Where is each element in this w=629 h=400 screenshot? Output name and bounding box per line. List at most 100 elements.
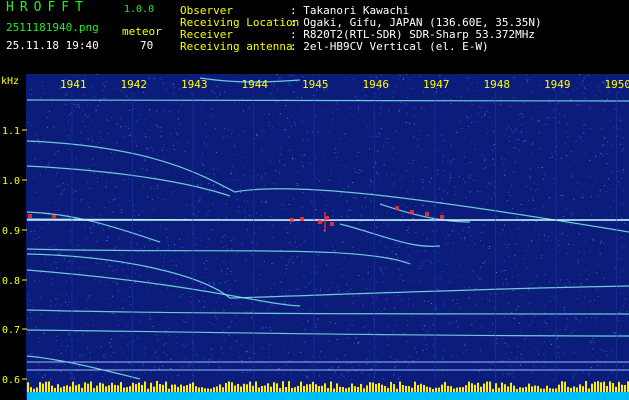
noise-speck: [68, 260, 70, 262]
noise-speck: [81, 354, 83, 356]
noise-speck: [322, 339, 324, 341]
noise-speck: [442, 270, 444, 272]
noise-speck: [343, 188, 345, 190]
noise-speck: [82, 121, 84, 123]
noise-speck: [350, 362, 352, 364]
noise-speck: [408, 298, 409, 300]
noise-speck: [513, 147, 515, 149]
noise-speck: [531, 311, 533, 313]
noise-speck: [127, 344, 129, 345]
noise-speck: [506, 283, 508, 285]
noise-speck: [577, 298, 579, 299]
noise-speck: [51, 247, 53, 249]
noise-speck: [310, 272, 312, 274]
noise-speck: [599, 242, 601, 244]
noise-speck: [567, 234, 569, 236]
noise-speck: [418, 196, 420, 197]
noise-speck: [301, 255, 303, 257]
noise-speck: [292, 75, 294, 77]
noise-speck: [70, 129, 71, 131]
amplitude-bar: [117, 385, 119, 392]
noise-speck: [120, 212, 122, 214]
amplitude-bar: [153, 386, 155, 392]
noise-speck: [523, 339, 525, 341]
amplitude-bar: [603, 381, 605, 392]
noise-speck: [157, 197, 159, 199]
noise-speck: [513, 105, 515, 107]
noise-speck: [98, 239, 100, 241]
noise-speck: [154, 176, 156, 178]
noise-speck: [379, 97, 381, 99]
noise-speck: [200, 107, 202, 109]
noise-speck: [553, 296, 555, 298]
noise-speck: [302, 324, 304, 326]
noise-speck: [468, 227, 470, 228]
noise-speck: [144, 372, 146, 373]
noise-speck: [489, 368, 491, 370]
noise-speck: [362, 304, 364, 306]
noise-speck: [261, 201, 263, 203]
noise-speck: [111, 266, 113, 268]
noise-speck: [119, 254, 121, 256]
noise-speck: [73, 189, 75, 190]
noise-speck: [186, 344, 188, 346]
amplitude-bar: [90, 381, 92, 392]
noise-speck: [307, 319, 309, 321]
noise-speck: [147, 196, 149, 198]
noise-speck: [295, 288, 297, 290]
noise-speck: [89, 295, 91, 297]
amplitude-bar: [534, 385, 536, 392]
noise-speck: [270, 93, 272, 95]
noise-speck: [227, 135, 229, 137]
noise-speck: [401, 299, 403, 301]
noise-speck: [549, 340, 550, 342]
noise-speck: [422, 349, 424, 351]
noise-speck: [201, 103, 203, 105]
noise-speck: [43, 333, 45, 334]
noise-speck: [295, 301, 296, 303]
amplitude-bar: [246, 384, 248, 392]
noise-speck: [302, 121, 304, 123]
noise-speck: [563, 91, 565, 93]
amplitude-bar: [600, 382, 602, 392]
noise-speck: [136, 120, 138, 122]
noise-speck: [296, 256, 298, 258]
noise-speck: [69, 230, 71, 232]
noise-speck: [533, 365, 535, 367]
noise-speck: [471, 324, 473, 326]
amplitude-bar: [300, 381, 302, 392]
noise-speck: [298, 288, 300, 290]
noise-speck: [409, 252, 411, 254]
noise-speck: [356, 95, 358, 97]
noise-speck: [125, 196, 127, 198]
noise-speck: [50, 98, 52, 100]
noise-speck: [77, 293, 78, 295]
noise-speck: [516, 265, 517, 267]
noise-speck: [80, 131, 82, 133]
amplitude-bar: [426, 386, 428, 392]
noise-speck: [208, 282, 210, 284]
noise-speck: [358, 169, 360, 171]
noise-speck: [165, 343, 167, 345]
noise-speck: [231, 303, 233, 305]
noise-speck: [125, 205, 126, 207]
noise-speck: [507, 243, 509, 245]
noise-speck: [178, 375, 180, 376]
noise-speck: [605, 364, 607, 366]
noise-speck: [613, 277, 615, 279]
noise-speck: [443, 350, 444, 352]
noise-speck: [226, 207, 228, 209]
noise-speck: [575, 374, 577, 376]
noise-speck: [88, 188, 90, 189]
amplitude-bar: [402, 385, 404, 392]
noise-speck: [301, 154, 303, 156]
noise-speck: [623, 223, 625, 224]
noise-speck: [30, 317, 32, 319]
noise-speck: [128, 178, 130, 179]
noise-speck: [512, 290, 514, 292]
noise-speck: [35, 133, 37, 135]
noise-speck: [525, 74, 527, 76]
noise-speck: [102, 84, 104, 85]
noise-speck: [559, 356, 561, 358]
noise-speck: [67, 345, 69, 347]
